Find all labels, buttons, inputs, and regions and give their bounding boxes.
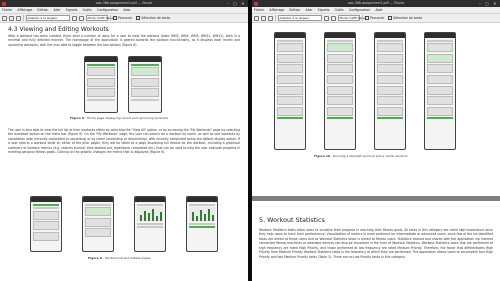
paragraph: After a workout has been created, there …	[8, 34, 240, 47]
menu-go[interactable]: Aller	[53, 8, 60, 12]
app-screenshot-strength-2	[324, 32, 356, 150]
paragraph: Workout Statistics tasks allow users to …	[259, 228, 493, 259]
figure-caption-text: - Workout list and details pages	[102, 256, 151, 260]
left-document-view[interactable]: 4.3 Viewing and Editing Workouts After a…	[0, 24, 248, 281]
menu-bookmarks[interactable]: Signets	[318, 8, 330, 12]
menu-bookmarks[interactable]: Signets	[66, 8, 78, 12]
zoom-select[interactable]: Adapter à la largeur	[277, 15, 322, 21]
toolbar-divider	[23, 15, 24, 21]
section-heading: 4.3 Viewing and Editing Workouts	[8, 26, 109, 33]
paragraph: The user is also able to view the full l…	[8, 128, 240, 155]
section-heading: 5. Workout Statistics	[259, 216, 325, 224]
left-menu-bar: Fichier Affichage Édition Aller Signets …	[0, 7, 248, 14]
hand-icon	[365, 16, 369, 20]
text-select-icon	[136, 16, 141, 20]
sidebar-toggle-icon[interactable]	[2, 15, 7, 21]
figure-caption: Figure 9 - Workout list and details page…	[88, 256, 150, 260]
right-document-view[interactable]: Figure 10 - Running a strength workout a…	[252, 24, 500, 281]
app-screenshot-workout-details	[134, 196, 166, 252]
app-screenshot-workout-search	[82, 196, 114, 252]
app-screenshot-upcoming	[128, 56, 162, 113]
zoom-select[interactable]: Adapter à la largeur	[25, 15, 70, 21]
zoom-in-icon[interactable]	[330, 15, 336, 21]
figure-caption-text: - Running a strength workout and a cardi…	[330, 154, 409, 158]
app-screenshot-workout-list	[30, 196, 62, 252]
zoom-out-icon[interactable]	[71, 15, 77, 21]
menu-tools[interactable]: Outils	[335, 8, 344, 12]
app-icon	[254, 1, 258, 6]
figure-label: Figure 9	[88, 256, 103, 260]
menu-settings[interactable]: Configuration	[97, 8, 119, 12]
zoom-in-icon[interactable]	[78, 15, 84, 21]
menu-file[interactable]: Fichier	[2, 8, 12, 12]
menu-edit[interactable]: Édition	[37, 8, 48, 12]
right-title-bar[interactable]: ooo-366-assignment2.pdf — Okular – ▢ ✕	[252, 0, 500, 7]
app-screenshot-workout-metrics	[186, 196, 218, 252]
app-icon	[2, 1, 6, 6]
text-select-icon	[388, 16, 393, 20]
figure-label: Figure 8	[70, 116, 85, 120]
figure-caption: Figure 8 - Home page displaying recent a…	[70, 116, 168, 120]
text-select-label: Sélection de texte	[141, 16, 171, 20]
menu-settings[interactable]: Configuration	[349, 8, 371, 12]
previous-page-icon[interactable]	[261, 15, 266, 21]
menu-file[interactable]: Fichier	[254, 8, 264, 12]
app-screenshot-cardio-1	[374, 32, 406, 150]
figure-caption: Figure 10 - Running a strength workout a…	[314, 154, 408, 158]
app-screenshot-cardio-2	[424, 32, 456, 150]
toolbar-divider	[361, 15, 362, 21]
right-okular-window: ooo-366-assignment2.pdf — Okular – ▢ ✕ F…	[252, 0, 500, 281]
menu-go[interactable]: Aller	[305, 8, 312, 12]
menu-tools[interactable]: Outils	[83, 8, 92, 12]
menu-edit[interactable]: Édition	[289, 8, 300, 12]
text-select-tool-button[interactable]: Sélection de texte	[135, 16, 171, 20]
next-page-icon[interactable]	[16, 15, 21, 21]
right-menu-bar: Fichier Affichage Édition Aller Signets …	[252, 7, 500, 14]
window-controls[interactable]: – ▢ ✕	[227, 0, 246, 7]
browse-tool-label: Parcourir	[370, 16, 385, 20]
previous-page-icon[interactable]	[9, 15, 14, 21]
window-title: ooo-366-assignment2.pdf — Okular	[347, 1, 405, 5]
hand-icon	[113, 16, 117, 20]
toolbar-divider	[109, 15, 110, 21]
sidebar-toggle-icon[interactable]	[254, 15, 259, 21]
window-title: ooo-366-assignment2.pdf — Okular	[95, 1, 153, 5]
browse-tool-button[interactable]: Parcourir	[112, 16, 133, 20]
view-mode-select[interactable]: Mode d'affichage	[85, 15, 113, 21]
left-title-bar[interactable]: ooo-366-assignment2.pdf — Okular – ▢ ✕	[0, 0, 248, 7]
text-select-label: Sélection de texte	[393, 16, 423, 20]
left-toolbar: Adapter à la largeur Mode d'affichage Pa…	[0, 14, 248, 23]
zoom-out-icon[interactable]	[323, 15, 329, 21]
figure-caption-text: - Home page displaying recent and upcomi…	[84, 116, 169, 120]
browse-tool-button[interactable]: Parcourir	[364, 16, 385, 20]
menu-help[interactable]: Aide	[375, 8, 382, 12]
menu-view[interactable]: Affichage	[17, 8, 32, 12]
menu-view[interactable]: Affichage	[269, 8, 284, 12]
menu-help[interactable]: Aide	[123, 8, 130, 12]
next-page-icon[interactable]	[268, 15, 273, 21]
page-separator	[252, 196, 500, 201]
app-screenshot-recent	[84, 56, 118, 113]
window-controls[interactable]: – ▢ ✕	[479, 0, 498, 7]
figure-label: Figure 10	[314, 154, 331, 158]
left-okular-window: ooo-366-assignment2.pdf — Okular – ▢ ✕ F…	[0, 0, 248, 281]
text-select-tool-button[interactable]: Sélection de texte	[387, 16, 423, 20]
view-mode-select[interactable]: Mode d'affichage	[337, 15, 365, 21]
right-toolbar: Adapter à la largeur Mode d'affichage Pa…	[252, 14, 500, 23]
app-screenshot-strength-1	[274, 32, 306, 150]
toolbar-divider	[275, 15, 276, 21]
browse-tool-label: Parcourir	[118, 16, 133, 20]
